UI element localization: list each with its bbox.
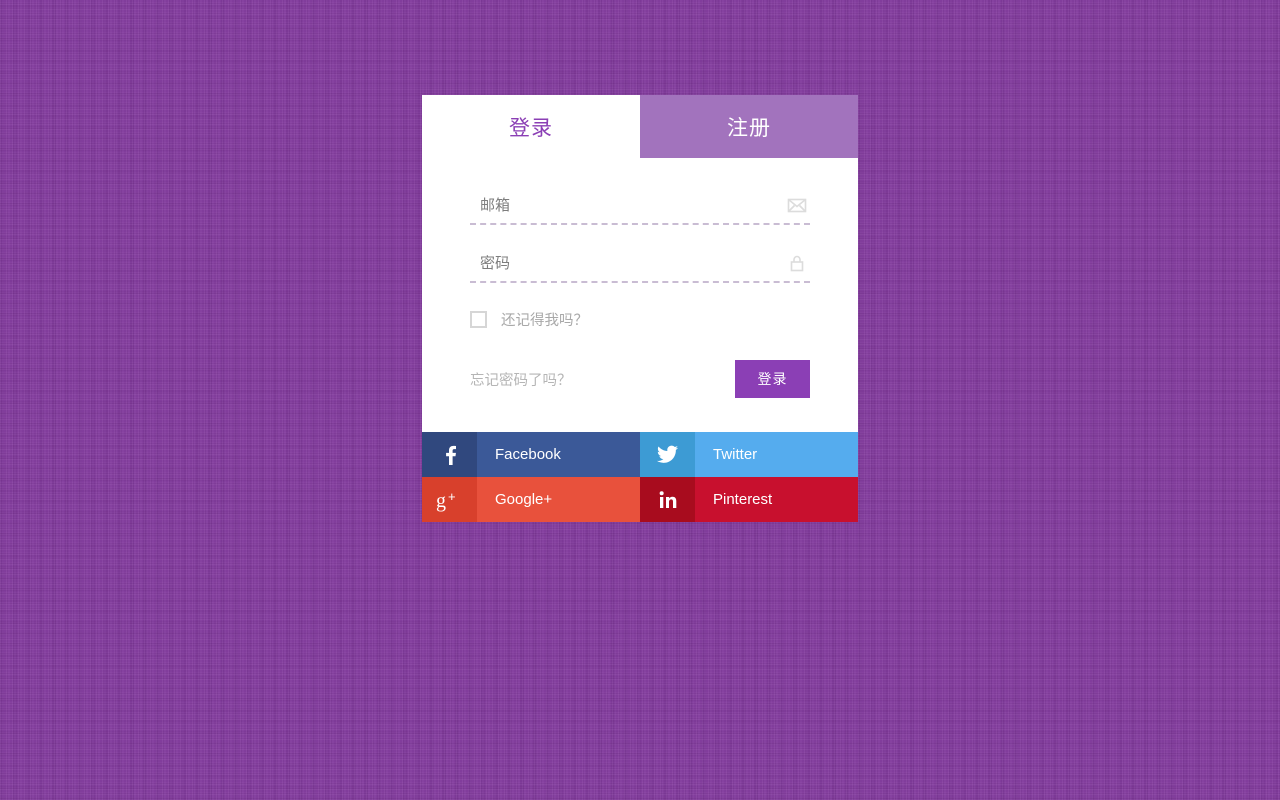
remember-me-row: 还记得我吗？ bbox=[470, 309, 810, 330]
email-field-wrap bbox=[470, 193, 810, 225]
social-button-facebook[interactable]: Facebook bbox=[422, 432, 640, 477]
svg-text:+: + bbox=[448, 489, 456, 504]
social-label-twitter: Twitter bbox=[695, 432, 858, 477]
social-label-pinterest: Pinterest bbox=[695, 477, 858, 522]
remember-me-checkbox[interactable] bbox=[470, 311, 487, 328]
forgot-password-link[interactable]: 忘记密码了吗？ bbox=[470, 369, 572, 390]
remember-me-label[interactable]: 还记得我吗？ bbox=[501, 309, 588, 330]
social-login-grid: Facebook Twitter g + Google+ Pinterest bbox=[422, 432, 858, 522]
auth-tabs: 登录 注册 bbox=[422, 95, 858, 158]
linkedin-icon bbox=[640, 477, 695, 522]
login-submit-button[interactable]: 登录 bbox=[735, 360, 810, 398]
form-actions: 忘记密码了吗？ 登录 bbox=[470, 360, 810, 398]
google-plus-icon: g + bbox=[422, 477, 477, 522]
tab-login[interactable]: 登录 bbox=[422, 95, 640, 158]
password-field-wrap bbox=[470, 251, 810, 283]
tab-register[interactable]: 注册 bbox=[640, 95, 858, 158]
email-input[interactable] bbox=[470, 193, 810, 225]
social-label-googleplus: Google+ bbox=[477, 477, 640, 522]
login-widget: 登录 注册 还记得我吗？ bbox=[422, 95, 858, 522]
svg-text:g: g bbox=[436, 490, 446, 512]
social-label-facebook: Facebook bbox=[477, 432, 640, 477]
login-form-card: 还记得我吗？ 忘记密码了吗？ 登录 bbox=[422, 163, 858, 432]
password-input[interactable] bbox=[470, 251, 810, 283]
twitter-icon bbox=[640, 432, 695, 477]
social-button-twitter[interactable]: Twitter bbox=[640, 432, 858, 477]
social-button-googleplus[interactable]: g + Google+ bbox=[422, 477, 640, 522]
facebook-icon bbox=[422, 432, 477, 477]
social-button-pinterest[interactable]: Pinterest bbox=[640, 477, 858, 522]
